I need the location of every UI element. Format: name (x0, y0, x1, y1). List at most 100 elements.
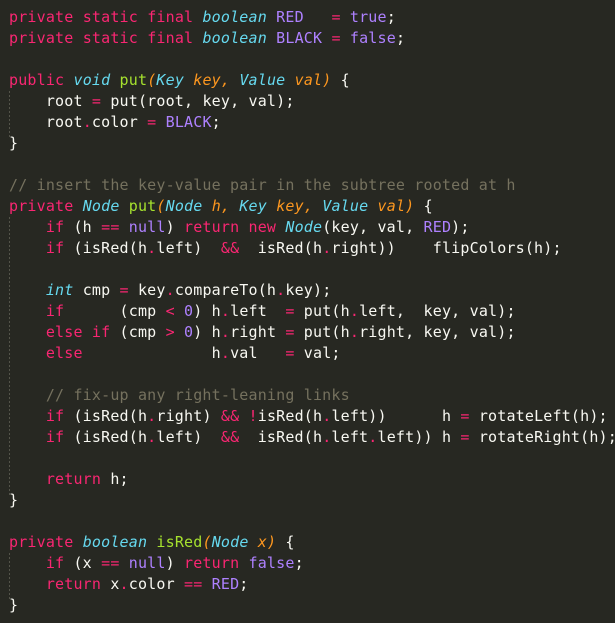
code-token: (cmp (64, 302, 166, 320)
code-token: put(root, key, val); (101, 92, 295, 110)
code-token: (isRed(h (64, 239, 148, 257)
code-line: return h; (9, 469, 615, 490)
code-token: ) h (193, 302, 221, 320)
code-token: else (45, 323, 83, 341)
code-token: . (220, 323, 231, 341)
code-token: cmp (73, 281, 120, 299)
code-token: == (101, 554, 120, 572)
code-token: (h (64, 218, 102, 236)
code-token: null (128, 218, 166, 236)
code-token: key (128, 281, 166, 299)
code-token: { (331, 71, 350, 89)
code-token: = (91, 92, 102, 110)
code-token: (isRed(h (64, 428, 148, 446)
code-token: . (147, 407, 157, 425)
code-token: x (257, 533, 267, 551)
code-token: = (460, 407, 470, 425)
code-token: , (303, 197, 323, 215)
code-token: . (220, 302, 231, 320)
code-token: val (294, 71, 323, 89)
code-line: // insert the key-value pair in the subt… (9, 175, 615, 196)
code-token: return (45, 470, 102, 488)
code-token: { (276, 533, 295, 551)
code-token: Key (239, 197, 267, 215)
code-token: isRed(h (257, 407, 323, 425)
code-token: if (91, 323, 111, 341)
code-token: BLACK (276, 29, 323, 47)
code-token: put(h (294, 323, 350, 341)
code-token: right (230, 323, 286, 341)
code-token: rotateLeft(h); (469, 407, 608, 425)
code-token: put (128, 197, 157, 215)
code-token: 0 (184, 302, 194, 320)
code-token: root (9, 113, 83, 131)
code-line: if (x == null) return false; (9, 553, 615, 574)
code-token: . (349, 302, 360, 320)
code-token: ; (211, 113, 221, 131)
code-token: && (220, 407, 240, 425)
code-line: public void put(Key key, Value val) { (9, 70, 615, 91)
code-token: . (276, 281, 286, 299)
code-token: private (9, 8, 74, 26)
code-token: rotateRight(h); (469, 428, 615, 446)
code-token: val; (294, 344, 341, 362)
code-line: if (isRed(h.left) && isRed(h.right)) fli… (9, 238, 615, 259)
code-token: if (45, 554, 65, 572)
code-token: public (9, 71, 65, 89)
code-token: == (101, 218, 120, 236)
code-token: Value (322, 197, 369, 215)
code-token: Node (211, 533, 249, 551)
code-token: (x (64, 554, 102, 572)
code-token: ) h (193, 323, 221, 341)
code-token: ( (202, 533, 212, 551)
code-text-area[interactable]: private static final boolean RED = true;… (0, 0, 615, 623)
code-line: } (9, 595, 615, 616)
code-token: left)) h (377, 428, 461, 446)
code-token: color (128, 575, 185, 593)
code-token: = (285, 302, 295, 320)
code-line: root = put(root, key, val); (9, 91, 615, 112)
code-token: ; (386, 8, 396, 26)
code-token: = (460, 428, 470, 446)
code-token: Node (82, 197, 120, 215)
code-token: key (193, 71, 221, 89)
code-token: static (82, 29, 138, 47)
code-token: RED (276, 8, 304, 26)
code-token: h (211, 197, 221, 215)
code-token: . (82, 113, 92, 131)
code-line: private static final boolean RED = true; (9, 7, 615, 28)
code-token: null (128, 554, 166, 572)
code-token: boolean (202, 29, 267, 47)
code-token: return (45, 575, 102, 593)
code-token: ) (165, 554, 185, 572)
code-token: else (45, 344, 83, 362)
code-token: } (9, 134, 19, 152)
code-token: compareTo(h (174, 281, 277, 299)
code-token: false (248, 554, 295, 572)
code-token: . (165, 281, 175, 299)
code-token: false (349, 29, 396, 47)
code-token: (isRed(h (64, 407, 148, 425)
code-token: void (73, 71, 111, 89)
code-token: left (331, 428, 369, 446)
code-token: > (165, 323, 175, 341)
code-token: if (45, 428, 65, 446)
